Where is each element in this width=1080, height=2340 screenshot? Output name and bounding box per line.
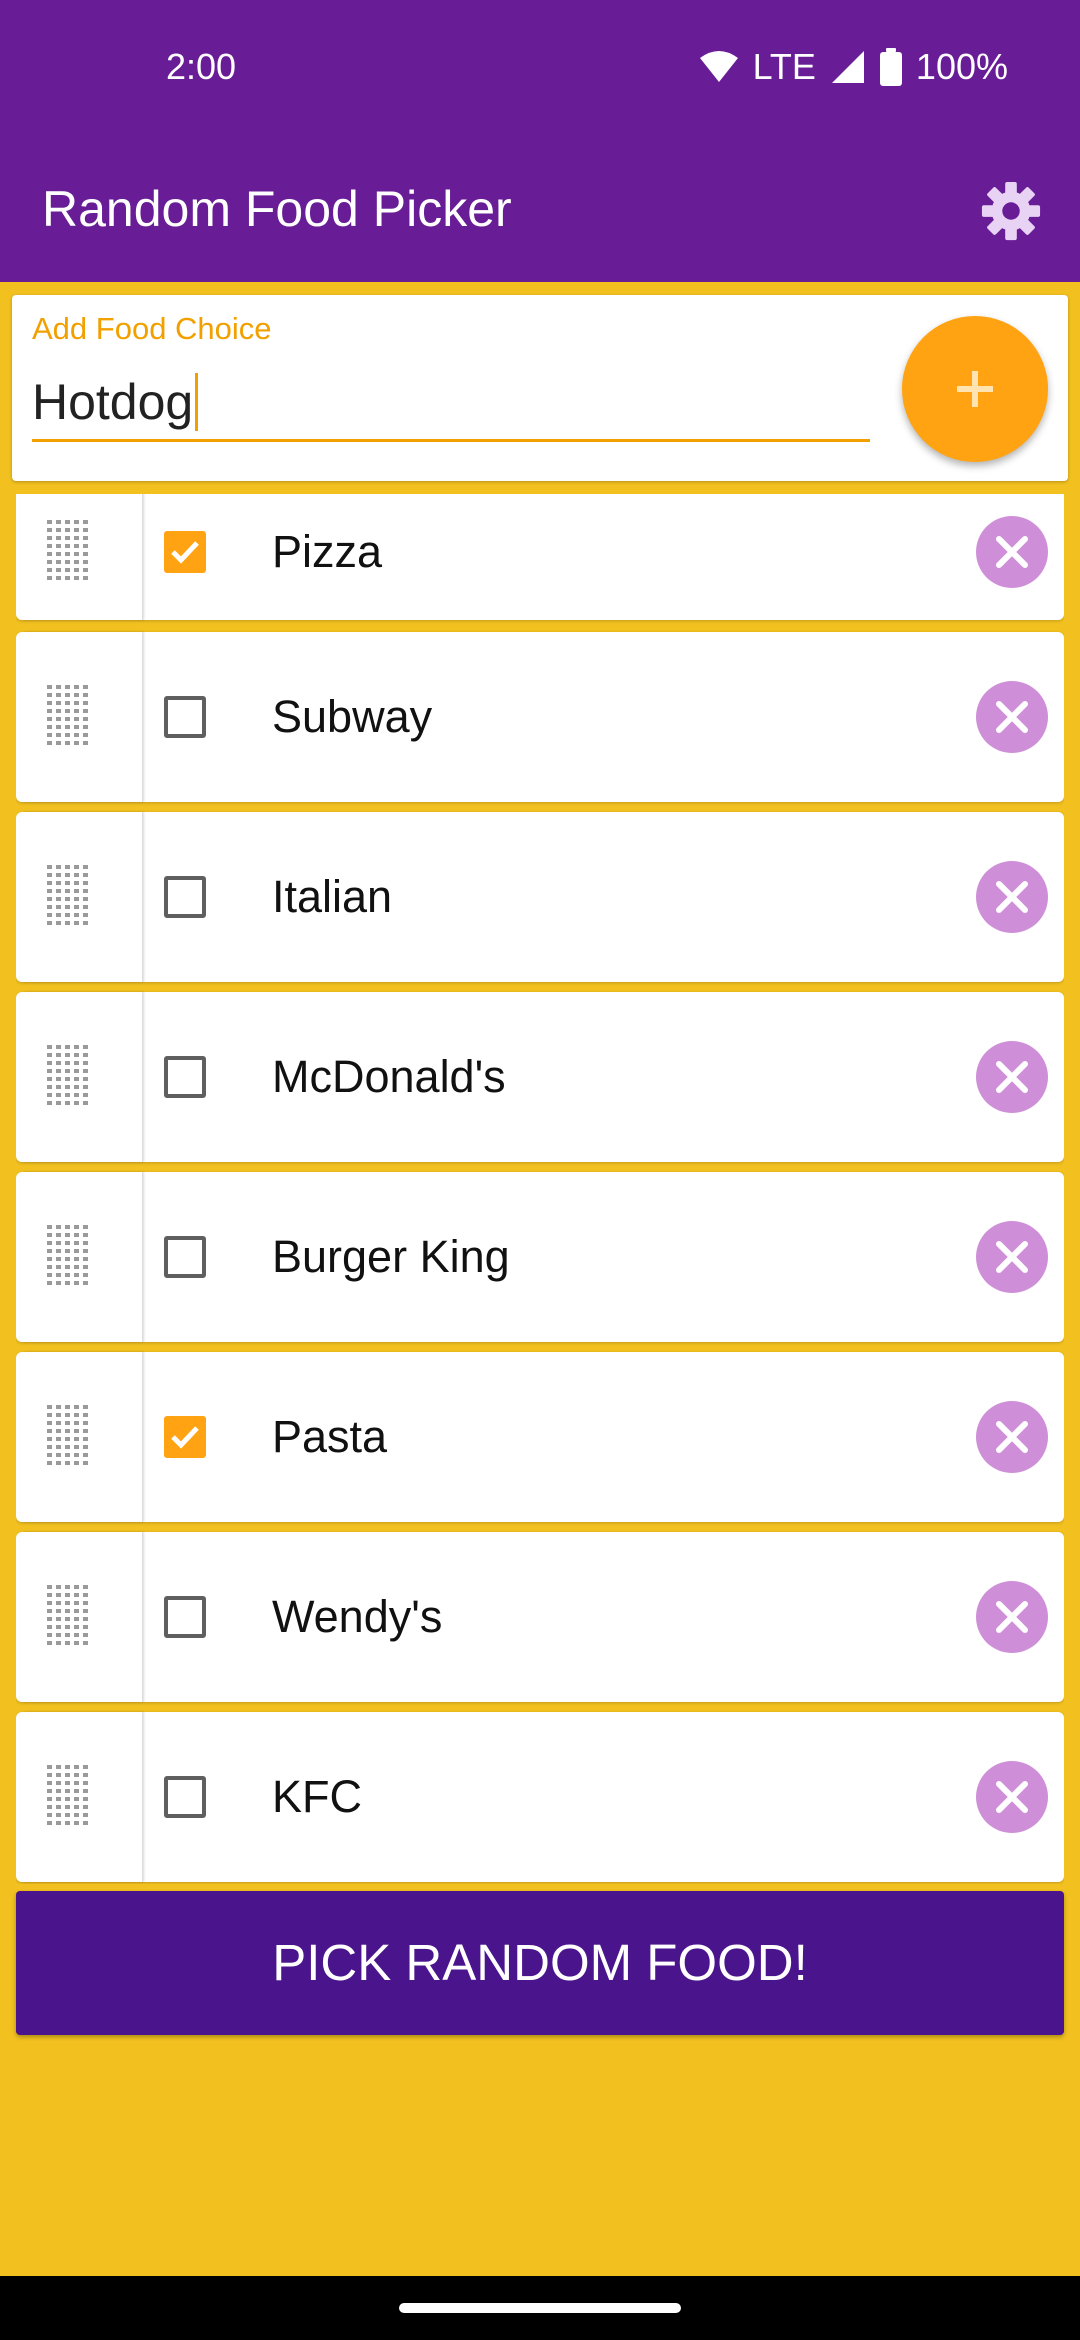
home-gesture-bar[interactable] bbox=[399, 2303, 681, 2313]
app-bar: Random Food Picker bbox=[0, 140, 1080, 282]
close-icon bbox=[996, 1241, 1028, 1273]
drag-handle-icon bbox=[47, 685, 88, 745]
food-checkbox[interactable] bbox=[164, 696, 206, 738]
food-label: Italian bbox=[272, 871, 393, 922]
food-checkbox[interactable] bbox=[164, 1236, 206, 1278]
food-checkbox[interactable] bbox=[164, 1596, 206, 1638]
drag-handle-icon bbox=[47, 1045, 88, 1105]
food-label: Subway bbox=[272, 691, 433, 742]
food-list-item[interactable]: McDonald's bbox=[16, 992, 1064, 1162]
food-list-item[interactable]: Burger King bbox=[16, 1172, 1064, 1342]
drag-handle-area[interactable] bbox=[20, 1352, 143, 1522]
food-label: Pizza bbox=[272, 526, 383, 577]
drag-handle-icon bbox=[47, 865, 88, 925]
food-label: McDonald's bbox=[272, 1051, 506, 1102]
plus-icon bbox=[957, 371, 993, 407]
drag-handle-icon bbox=[47, 1405, 88, 1465]
close-icon bbox=[996, 1061, 1028, 1093]
status-icons: LTE 100% bbox=[699, 46, 1008, 88]
page-title: Random Food Picker bbox=[42, 181, 512, 237]
food-list-item[interactable]: KFC bbox=[16, 1712, 1064, 1882]
drag-handle-area[interactable] bbox=[20, 494, 143, 620]
food-list: Pizza Subway Italian McDonald's Burger King P… bbox=[16, 494, 1064, 1884]
signal-icon bbox=[831, 51, 864, 83]
close-icon bbox=[996, 881, 1028, 913]
food-label: Wendy's bbox=[272, 1591, 443, 1642]
status-bar: 2:00 LTE 100% bbox=[0, 0, 1080, 140]
drag-handle-area[interactable] bbox=[20, 1712, 143, 1882]
drag-handle-area[interactable] bbox=[20, 1172, 143, 1342]
gear-icon bbox=[981, 181, 1041, 241]
drag-handle-area[interactable] bbox=[20, 992, 143, 1162]
delete-food-button[interactable] bbox=[976, 681, 1048, 753]
food-list-item[interactable]: Pizza bbox=[16, 494, 1064, 620]
check-icon bbox=[171, 541, 199, 564]
wifi-icon bbox=[699, 51, 738, 82]
delete-food-button[interactable] bbox=[976, 1761, 1048, 1833]
drag-handle-icon bbox=[47, 1225, 88, 1285]
food-checkbox[interactable] bbox=[164, 1776, 206, 1818]
close-icon bbox=[996, 701, 1028, 733]
food-list-item[interactable]: Subway bbox=[16, 632, 1064, 802]
close-icon bbox=[996, 1601, 1028, 1633]
drag-handle-area[interactable] bbox=[20, 1532, 143, 1702]
food-checkbox[interactable] bbox=[164, 876, 206, 918]
close-icon bbox=[996, 536, 1028, 568]
drag-handle-icon bbox=[47, 1585, 88, 1645]
food-checkbox[interactable] bbox=[164, 531, 206, 573]
delete-food-button[interactable] bbox=[976, 861, 1048, 933]
delete-food-button[interactable] bbox=[976, 1041, 1048, 1113]
network-label: LTE bbox=[752, 46, 816, 87]
delete-food-button[interactable] bbox=[976, 1581, 1048, 1653]
drag-handle-area[interactable] bbox=[20, 812, 143, 982]
drag-handle-icon bbox=[47, 520, 88, 580]
text-caret bbox=[195, 373, 199, 431]
add-food-input[interactable]: Hotdog bbox=[32, 365, 870, 442]
food-checkbox[interactable] bbox=[164, 1416, 206, 1458]
delete-food-button[interactable] bbox=[976, 516, 1048, 588]
food-list-item[interactable]: Pasta bbox=[16, 1352, 1064, 1522]
close-icon bbox=[996, 1421, 1028, 1453]
add-food-input-value: Hotdog bbox=[32, 374, 194, 430]
food-checkbox[interactable] bbox=[164, 1056, 206, 1098]
food-label: Pasta bbox=[272, 1411, 388, 1462]
food-list-item[interactable]: Italian bbox=[16, 812, 1064, 982]
delete-food-button[interactable] bbox=[976, 1221, 1048, 1293]
battery-label: 100% bbox=[915, 46, 1008, 87]
add-food-label: Add Food Choice bbox=[32, 311, 272, 346]
food-list-item[interactable]: Wendy's bbox=[16, 1532, 1064, 1702]
food-label: KFC bbox=[272, 1771, 362, 1822]
settings-button[interactable] bbox=[976, 176, 1046, 246]
battery-icon bbox=[879, 48, 902, 86]
add-food-button[interactable] bbox=[902, 316, 1048, 462]
drag-handle-icon bbox=[47, 1765, 88, 1825]
food-label: Burger King bbox=[272, 1231, 510, 1282]
status-time: 2:00 bbox=[166, 46, 237, 87]
drag-handle-area[interactable] bbox=[20, 632, 143, 802]
delete-food-button[interactable] bbox=[976, 1401, 1048, 1473]
navigation-bar bbox=[0, 2276, 1080, 2340]
pick-random-food-button[interactable]: PICK RANDOM FOOD! bbox=[16, 1891, 1064, 2035]
close-icon bbox=[996, 1781, 1028, 1813]
check-icon bbox=[171, 1426, 199, 1449]
